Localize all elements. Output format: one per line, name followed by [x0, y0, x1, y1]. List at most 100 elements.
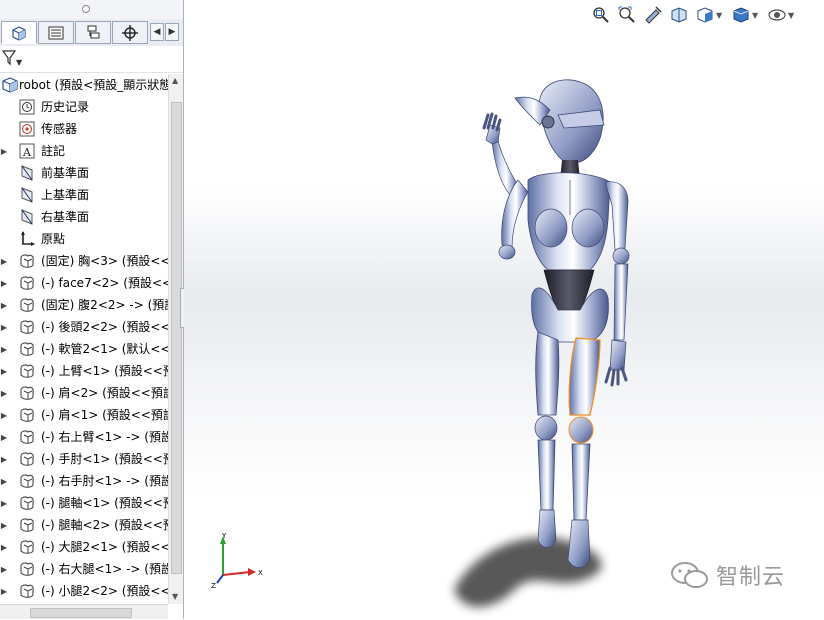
- expand-arrow-icon[interactable]: ▶: [0, 565, 8, 574]
- hide-show-button[interactable]: [766, 4, 788, 26]
- tree-item[interactable]: ▶ (-) 腿軸<1> (預設<<預: [0, 492, 168, 514]
- filter-bar: ▼: [0, 46, 183, 73]
- scroll-down-icon[interactable]: ▼: [172, 592, 178, 601]
- scrollbar-thumb[interactable]: [171, 102, 182, 574]
- tree-item[interactable]: ▶ (-) 小腿2<2> (預設<<預: [0, 580, 168, 602]
- tab-scroll-right-button[interactable]: ▶: [165, 23, 179, 41]
- expand-arrow-icon[interactable]: ▶: [0, 257, 8, 266]
- tree-root[interactable]: robot (預設<預設_顯示狀態: [0, 74, 168, 96]
- vertical-scrollbar[interactable]: ▲ ▼: [168, 74, 183, 604]
- expand-arrow-icon[interactable]: ▶: [0, 279, 8, 288]
- expand-arrow-icon[interactable]: ▶: [0, 477, 8, 486]
- tree-item-label: 上基準面: [41, 188, 90, 202]
- part-icon: [20, 584, 34, 598]
- scroll-up-icon[interactable]: ▲: [172, 76, 178, 85]
- tree-item[interactable]: 历史记录: [0, 96, 168, 118]
- tree-item[interactable]: ▶ (固定) 腹2<2> -> (預設: [0, 294, 168, 316]
- tree-item[interactable]: ▶ (-) 後頭2<2> (預設<<預: [0, 316, 168, 338]
- chevron-down-icon[interactable]: ▼: [752, 11, 758, 20]
- expand-arrow-icon[interactable]: ▶: [0, 433, 8, 442]
- wechat-logo-icon: [671, 562, 708, 588]
- tree-item-label: (-) 後頭2<2> (預設<<預: [41, 320, 168, 334]
- expand-arrow-icon[interactable]: ▶: [0, 499, 8, 508]
- tab-dimxpert-manager[interactable]: [112, 21, 148, 44]
- expand-arrow-icon[interactable]: ▶: [0, 411, 8, 420]
- tree-item[interactable]: ▶ (-) 右大腿<1> -> (預設: [0, 558, 168, 580]
- tab-scroll-left-button[interactable]: ◀: [150, 23, 164, 41]
- triad-x-label: X: [258, 569, 263, 577]
- tree-item[interactable]: 右基準面: [0, 206, 168, 228]
- crosshair-icon: [122, 24, 138, 41]
- tree-item-label: 传感器: [41, 122, 78, 136]
- tree-item[interactable]: 原點: [0, 228, 168, 250]
- chevron-down-icon[interactable]: ▼: [16, 58, 22, 67]
- assembly-icon: [2, 77, 18, 93]
- section-view-button[interactable]: [668, 4, 690, 26]
- chevron-down-icon[interactable]: ▼: [716, 11, 722, 20]
- tab-property-manager[interactable]: [38, 21, 74, 44]
- part-icon: [20, 496, 34, 510]
- display-style-icon: [733, 7, 749, 23]
- expand-arrow-icon[interactable]: ▶: [0, 543, 8, 552]
- tree-item[interactable]: 前基準面: [0, 162, 168, 184]
- tree-item[interactable]: ▶ (-) 右手肘<1> -> (預設: [0, 470, 168, 492]
- tree-item-label: (-) 右上臂<1> -> (預設: [41, 430, 168, 444]
- tree-item[interactable]: ▶ (-) 大腿2<1> (預設<<預: [0, 536, 168, 558]
- tree-item[interactable]: 传感器: [0, 118, 168, 140]
- horizontal-scrollbar[interactable]: [0, 604, 168, 619]
- part-icon: [20, 408, 34, 422]
- part-icon: [20, 562, 34, 576]
- origin-icon: [21, 231, 35, 246]
- view-orientation-button[interactable]: [694, 4, 716, 26]
- coordinate-triad: Y X Z: [211, 532, 263, 590]
- svg-text:A: A: [22, 146, 32, 159]
- tab-feature-manager[interactable]: [1, 21, 37, 44]
- tree-item[interactable]: ▶ (-) 右上臂<1> -> (預設: [0, 426, 168, 448]
- part-icon: [20, 386, 34, 400]
- expand-arrow-icon[interactable]: ▶: [0, 345, 8, 354]
- part-icon: [20, 342, 34, 356]
- tree-item-label: 右基準面: [41, 210, 90, 224]
- panel-grip[interactable]: [0, 0, 183, 19]
- display-style-button[interactable]: [730, 4, 752, 26]
- tab-configuration-manager[interactable]: [75, 21, 111, 44]
- tree-item-label: 註記: [41, 144, 66, 158]
- expand-arrow-icon[interactable]: ▶: [0, 389, 8, 398]
- configuration-manager-icon: [87, 25, 100, 38]
- expand-arrow-icon[interactable]: ▶: [0, 521, 8, 530]
- tree-item-label: (固定) 胸<3> (預設<<預: [41, 254, 168, 268]
- tree-item[interactable]: ▶ (-) 軟管2<1> (默认<<默: [0, 338, 168, 360]
- expand-arrow-icon[interactable]: ▶: [0, 587, 8, 596]
- tree-item[interactable]: ▶ (-) 上臂<1> (預設<<預設: [0, 360, 168, 382]
- previous-view-button[interactable]: [642, 4, 664, 26]
- part-icon: [20, 298, 34, 312]
- zoom-to-fit-button[interactable]: [590, 4, 612, 26]
- tree-item[interactable]: ▶ (-) face7<2> (預設<<預: [0, 272, 168, 294]
- part-icon: [20, 518, 34, 532]
- robot-model[interactable]: [440, 70, 650, 615]
- zoom-to-area-button[interactable]: [616, 4, 638, 26]
- expand-arrow-icon[interactable]: ▶: [0, 301, 8, 310]
- expand-arrow-icon[interactable]: ▶: [0, 147, 8, 156]
- tree-item[interactable]: 上基準面: [0, 184, 168, 206]
- tree-item-label: 历史记录: [41, 100, 90, 114]
- chevron-down-icon[interactable]: ▼: [788, 11, 794, 20]
- property-manager-icon: [48, 26, 64, 39]
- plane-icon: [21, 165, 33, 181]
- heads-up-view-toolbar: ▼ ▼ ▼: [590, 2, 824, 28]
- feature-manager-panel: ◀ ▶ ▼ robot (預設<預設_顯示狀態 历史记录传感器 ▶ A 註記前基準面上…: [0, 0, 184, 619]
- tree-item[interactable]: ▶ (固定) 胸<3> (預設<<預: [0, 250, 168, 272]
- expand-arrow-icon[interactable]: ▶: [0, 455, 8, 464]
- panel-pin[interactable]: [82, 5, 90, 13]
- part-icon: [20, 452, 34, 466]
- tree-item[interactable]: ▶ (-) 手肘<1> (預設<<預: [0, 448, 168, 470]
- tree-item[interactable]: ▶ (-) 腿軸<2> (預設<<預: [0, 514, 168, 536]
- scrollbar-thumb[interactable]: [30, 608, 132, 618]
- filter-icon[interactable]: [2, 50, 16, 66]
- part-icon: [20, 474, 34, 488]
- expand-arrow-icon[interactable]: ▶: [0, 367, 8, 376]
- expand-arrow-icon[interactable]: ▶: [0, 323, 8, 332]
- tree-item[interactable]: ▶ (-) 肩<2> (預設<<預設: [0, 382, 168, 404]
- tree-item[interactable]: ▶ A 註記: [0, 140, 168, 162]
- tree-item[interactable]: ▶ (-) 肩<1> (預設<<預設: [0, 404, 168, 426]
